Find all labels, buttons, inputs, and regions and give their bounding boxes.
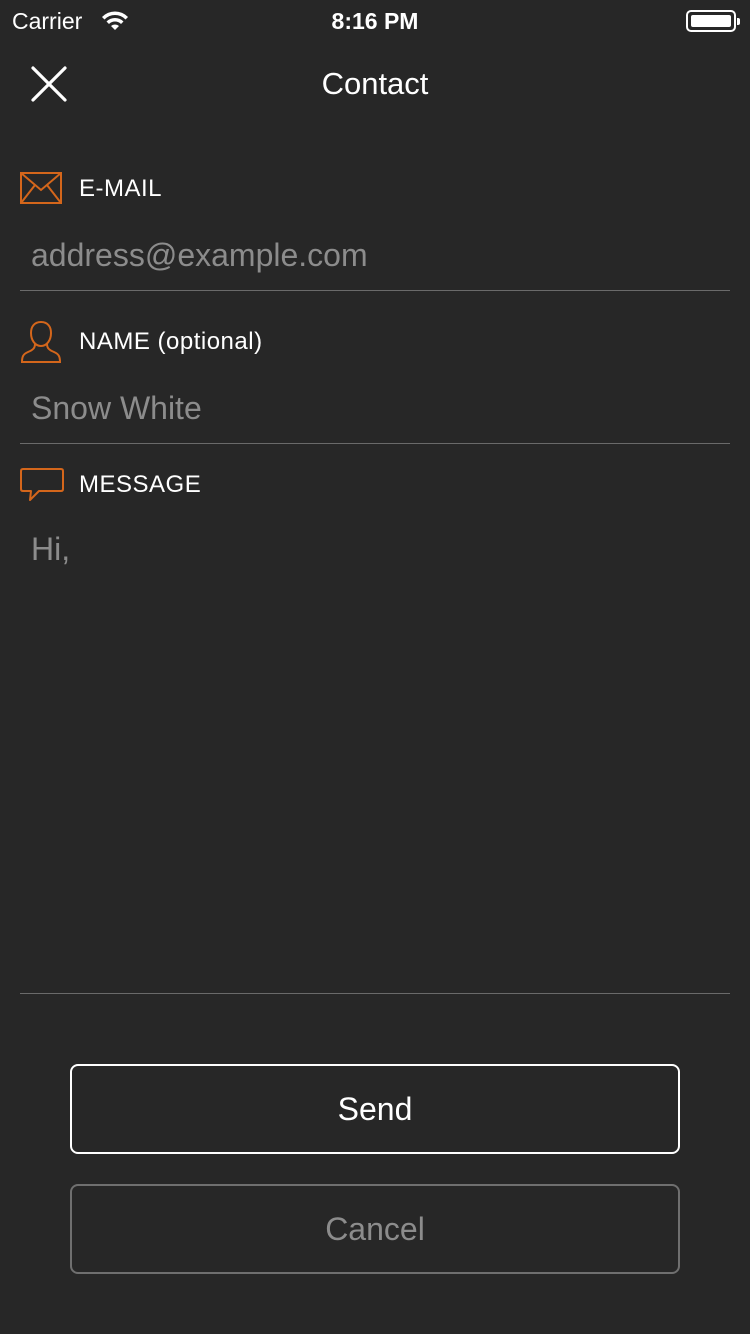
send-button-label: Send <box>337 1090 413 1127</box>
person-icon <box>20 320 62 363</box>
page-title: Contact <box>321 66 429 101</box>
cancel-button-label: Cancel <box>325 1210 425 1247</box>
email-label: E-MAIL <box>79 175 163 202</box>
envelope-icon <box>20 172 62 204</box>
name-field[interactable] <box>20 385 730 431</box>
divider <box>20 993 730 994</box>
message-label: MESSAGE <box>79 471 202 498</box>
battery-icon <box>686 10 740 32</box>
divider <box>20 443 730 444</box>
email-field[interactable] <box>20 232 730 278</box>
message-field[interactable]: Hi, <box>20 530 730 980</box>
status-bar: Carrier 8:16 PM <box>0 0 750 40</box>
speech-bubble-icon <box>20 468 64 501</box>
cancel-button[interactable]: Cancel <box>70 1184 680 1274</box>
divider <box>20 290 730 291</box>
contact-screen: Carrier 8:16 PM Contact E-MAIL NAME (opt… <box>0 0 750 1334</box>
send-button[interactable]: Send <box>70 1064 680 1154</box>
clock: 8:16 PM <box>331 8 419 34</box>
name-label: NAME (optional) <box>79 328 263 355</box>
